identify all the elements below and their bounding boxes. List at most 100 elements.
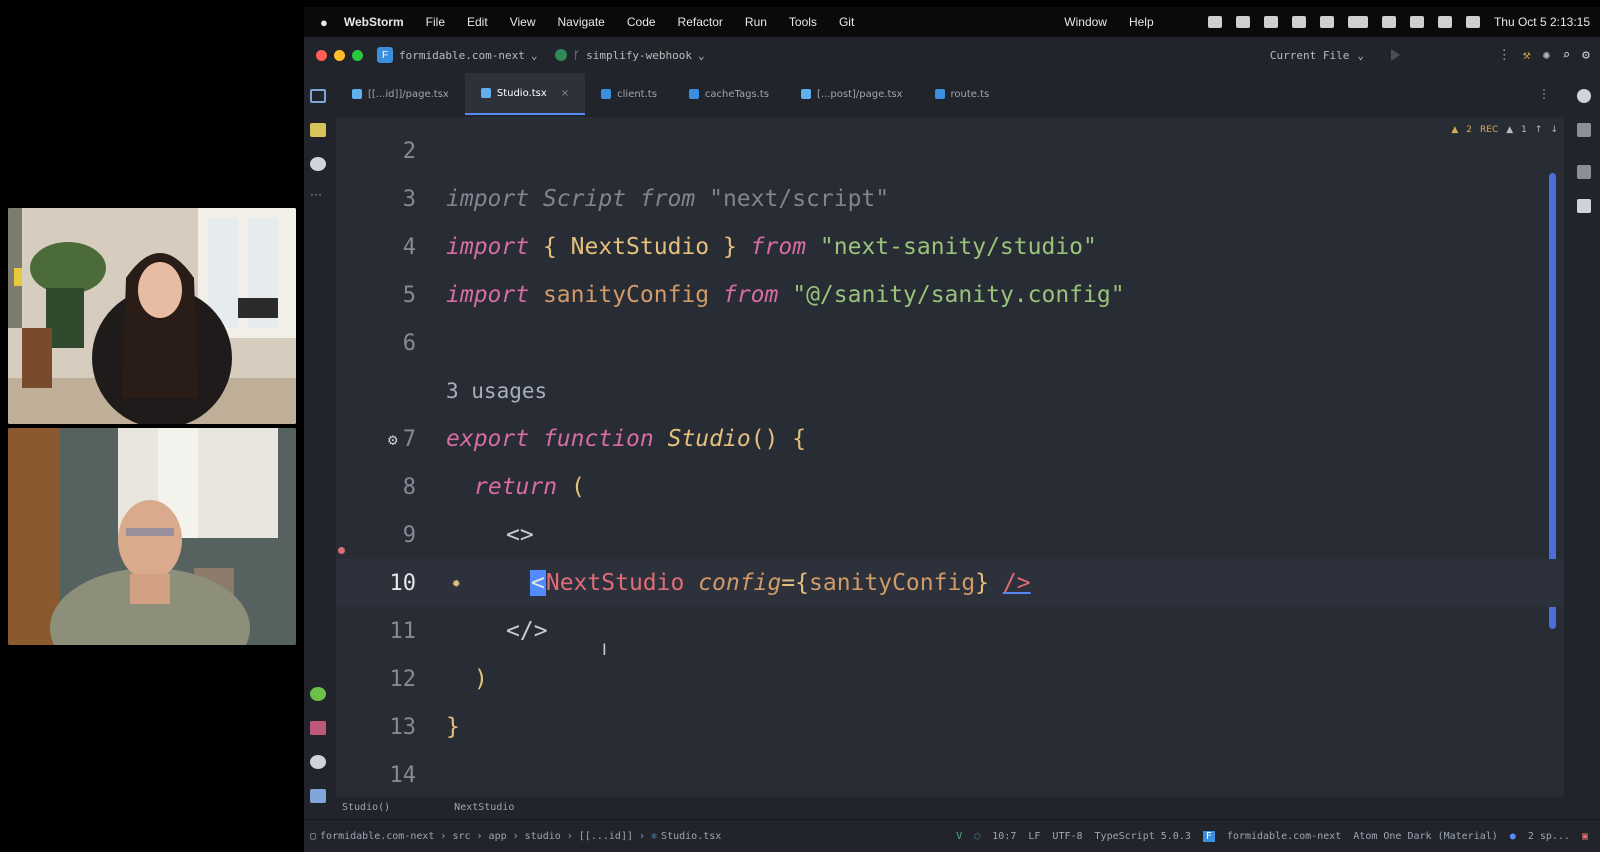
debug-icon[interactable] xyxy=(310,755,326,769)
more-icon[interactable]: ⋮ xyxy=(1498,48,1511,63)
menu-git[interactable]: Git xyxy=(839,15,854,29)
code-token: NextStudio xyxy=(545,570,685,596)
theme-name[interactable]: Atom One Dark (Material) xyxy=(1353,831,1498,842)
code-token: { xyxy=(529,234,571,260)
path-separator: › xyxy=(476,830,483,842)
menu-tools[interactable]: Tools xyxy=(789,15,817,29)
menu-window[interactable]: Window xyxy=(1064,15,1107,29)
status-path-id[interactable]: [[...id]] xyxy=(579,831,633,842)
tab-page-id[interactable]: [[...id]]/page.tsx xyxy=(336,73,465,115)
bluetooth-icon[interactable] xyxy=(1319,16,1334,28)
lock-icon[interactable]: ▣ xyxy=(1582,831,1588,842)
zoom-window-button[interactable] xyxy=(352,49,363,61)
settings-icon[interactable]: ⚙ xyxy=(1582,48,1590,63)
notifications-icon[interactable] xyxy=(1577,89,1591,103)
run-icon[interactable] xyxy=(1391,49,1400,61)
status-path-file[interactable]: Studio.tsx xyxy=(661,831,721,842)
menubar-clock[interactable]: Thu Oct 5 2:13:15 xyxy=(1494,15,1590,29)
tab-page-post[interactable]: [...post]/page.tsx xyxy=(785,73,919,115)
battery-icon[interactable] xyxy=(1347,16,1368,28)
branch-selector[interactable]: ᚴ simplify-webhook ⌄ xyxy=(555,48,705,62)
usages-hint[interactable]: 3 usages xyxy=(336,367,1564,415)
git-icon[interactable] xyxy=(310,789,326,803)
network-icon[interactable] xyxy=(1291,16,1306,28)
menu-edit[interactable]: Edit xyxy=(467,15,488,29)
display-icon[interactable] xyxy=(1263,16,1278,28)
database-icon[interactable] xyxy=(1577,123,1591,137)
menu-refactor[interactable]: Refactor xyxy=(678,15,723,29)
build-icon[interactable]: ⚒ xyxy=(1523,48,1531,63)
github-icon[interactable] xyxy=(310,157,326,171)
tab-studio[interactable]: Studio.tsx × xyxy=(464,73,586,115)
tab-route[interactable]: route.ts xyxy=(919,73,1006,115)
code-editor[interactable]: ▲ 2 REC ▲ 1 ↑ ↓ 2 3 import Script from "… xyxy=(336,117,1564,797)
sanity-icon[interactable] xyxy=(1577,199,1591,213)
run-config-selector[interactable]: Current File ⌄ xyxy=(1270,37,1364,73)
editor-tabs: [[...id]]/page.tsx Studio.tsx × client.t… xyxy=(336,73,1560,115)
line-separator[interactable]: LF xyxy=(1028,831,1040,842)
indent-setting[interactable]: 2 sp... xyxy=(1528,831,1570,842)
git-status-icon xyxy=(555,49,568,61)
status-path-src[interactable]: src xyxy=(452,831,470,842)
project-view-icon[interactable] xyxy=(310,89,326,103)
vue-icon[interactable]: V xyxy=(956,831,962,842)
tool-icon[interactable] xyxy=(1235,16,1250,28)
line-number: 13 xyxy=(389,714,417,740)
ai-assistant-icon[interactable]: ✺ xyxy=(1543,48,1551,63)
terminal-icon[interactable] xyxy=(310,721,326,735)
code-line: 8 return ( xyxy=(336,463,1564,511)
close-window-button[interactable] xyxy=(316,49,327,61)
intention-bulb-icon[interactable]: ✹ xyxy=(452,575,460,591)
line-number: 5 xyxy=(402,282,416,308)
breadcrumb-element[interactable]: NextStudio xyxy=(454,802,514,813)
status-project[interactable]: formidable.com-next xyxy=(1227,831,1341,842)
menu-run[interactable]: Run xyxy=(745,15,767,29)
tab-cachetags[interactable]: cacheTags.ts xyxy=(673,73,785,115)
code-token: () { xyxy=(750,426,807,452)
search-icon[interactable] xyxy=(1437,16,1452,28)
structure-icon[interactable] xyxy=(310,123,326,137)
tab-overflow-icon[interactable]: ⋮ xyxy=(1538,87,1550,101)
react-file-icon xyxy=(800,89,811,99)
tab-label: Studio.tsx xyxy=(496,87,547,99)
status-path-project[interactable]: formidable.com-next xyxy=(320,831,434,842)
sync-icon[interactable]: ◌ xyxy=(974,831,980,842)
ai-icon[interactable] xyxy=(1577,165,1591,179)
code-line: 2 xyxy=(336,127,1564,175)
breakpoint-marker-icon[interactable] xyxy=(338,547,345,554)
language-service[interactable]: TypeScript 5.0.3 xyxy=(1095,831,1191,842)
cursor-position[interactable]: 10:7 xyxy=(992,831,1016,842)
menu-navigate[interactable]: Navigate xyxy=(557,15,604,29)
more-tools-icon[interactable]: ··· xyxy=(310,187,326,201)
tab-client[interactable]: client.ts xyxy=(585,73,673,115)
search-everywhere-icon[interactable]: ⌕ xyxy=(1562,48,1570,63)
code-token: import Script from xyxy=(446,186,710,212)
menu-file[interactable]: File xyxy=(426,15,445,29)
minimize-window-button[interactable] xyxy=(334,49,345,61)
recording-icon[interactable] xyxy=(1207,16,1222,28)
wifi-icon[interactable] xyxy=(1409,16,1424,28)
branch-name: simplify-webhook xyxy=(586,48,693,62)
services-icon[interactable] xyxy=(310,687,326,701)
control-center-icon[interactable] xyxy=(1465,16,1480,28)
code-line: 6 xyxy=(336,319,1564,367)
breadcrumb-function[interactable]: Studio() xyxy=(342,802,390,813)
line-number: 14 xyxy=(389,762,417,788)
menu-code[interactable]: Code xyxy=(627,15,656,29)
menu-help[interactable]: Help xyxy=(1129,15,1154,29)
react-file-icon xyxy=(480,88,491,98)
project-selector[interactable]: F formidable.com-next ⌄ xyxy=(377,47,537,63)
apple-icon[interactable]: ● xyxy=(320,15,328,30)
menu-app-name[interactable]: WebStorm xyxy=(344,15,404,29)
user-icon[interactable] xyxy=(1381,16,1396,28)
gutter-usages-icon[interactable]: ⚙ xyxy=(388,430,398,449)
usages-label[interactable]: 3 usages xyxy=(446,379,547,403)
path-separator: › xyxy=(440,830,447,842)
file-encoding[interactable]: UTF-8 xyxy=(1052,831,1082,842)
menu-view[interactable]: View xyxy=(510,15,536,29)
status-path-studio[interactable]: studio xyxy=(525,831,561,842)
status-path-app[interactable]: app xyxy=(489,831,507,842)
code-token: config xyxy=(698,570,782,596)
close-icon[interactable]: × xyxy=(561,88,569,99)
code-line: 13 } xyxy=(336,703,1564,751)
